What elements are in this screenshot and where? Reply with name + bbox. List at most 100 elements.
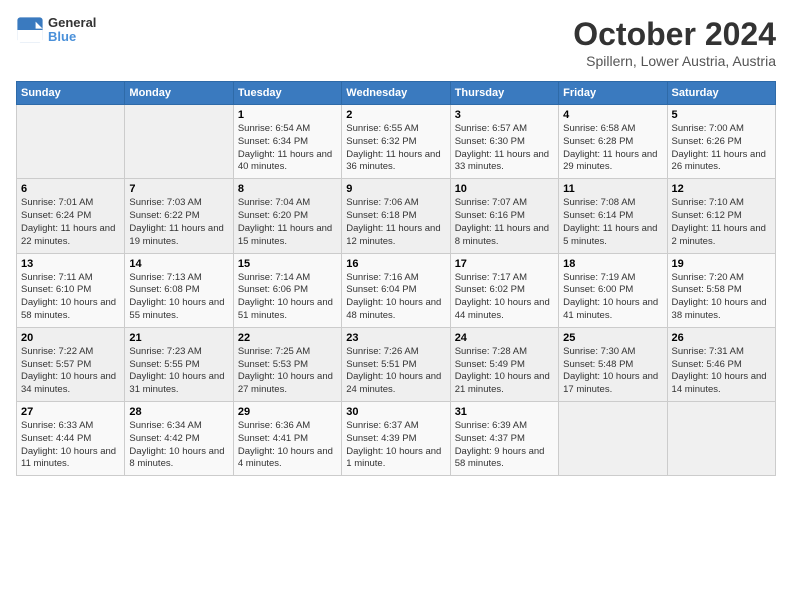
day-info: Sunrise: 7:04 AMSunset: 6:20 PMDaylight:… — [238, 197, 337, 248]
day-info: Sunrise: 7:11 AMSunset: 6:10 PMDaylight:… — [21, 272, 120, 323]
calendar-table: SundayMondayTuesdayWednesdayThursdayFrid… — [16, 81, 776, 476]
day-number: 8 — [238, 183, 337, 195]
calendar-cell: 1 Sunrise: 6:54 AMSunset: 6:34 PMDaylight… — [233, 105, 341, 179]
calendar-cell: 26Sunrise: 7:31 AMSunset: 5:46 PMDayligh… — [667, 327, 775, 401]
day-info: Sunrise: 7:22 AMSunset: 5:57 PMDaylight:… — [21, 346, 120, 397]
day-number: 3 — [455, 109, 554, 121]
header-day-tuesday: Tuesday — [233, 82, 341, 105]
week-row-2: 6 Sunrise: 7:01 AMSunset: 6:24 PMDaylight… — [17, 179, 776, 253]
calendar-cell: 20 Sunrise: 7:22 AMSunset: 5:57 PMDayligh… — [17, 327, 125, 401]
day-number: 17 — [455, 258, 554, 270]
page-header: General Blue October 2024 Spillern, Lowe… — [16, 16, 776, 69]
calendar-cell: 10Sunrise: 7:07 AMSunset: 6:16 PMDayligh… — [450, 179, 558, 253]
day-number: 6 — [21, 183, 120, 195]
calendar-cell: 24Sunrise: 7:28 AMSunset: 5:49 PMDayligh… — [450, 327, 558, 401]
logo-line1: General — [48, 16, 96, 30]
day-number: 21 — [129, 332, 228, 344]
day-info: Sunrise: 7:08 AMSunset: 6:14 PMDaylight:… — [563, 197, 662, 248]
day-info: Sunrise: 6:57 AMSunset: 6:30 PMDaylight:… — [455, 123, 554, 174]
day-info: Sunrise: 7:23 AMSunset: 5:55 PMDaylight:… — [129, 346, 228, 397]
day-info: Sunrise: 6:36 AMSunset: 4:41 PMDaylight:… — [238, 420, 337, 471]
day-info: Sunrise: 7:06 AMSunset: 6:18 PMDaylight:… — [346, 197, 445, 248]
calendar-cell — [17, 105, 125, 179]
header-day-friday: Friday — [559, 82, 667, 105]
day-info: Sunrise: 7:10 AMSunset: 6:12 PMDaylight:… — [672, 197, 771, 248]
day-info: Sunrise: 6:37 AMSunset: 4:39 PMDaylight:… — [346, 420, 445, 471]
week-row-3: 13 Sunrise: 7:11 AMSunset: 6:10 PMDayligh… — [17, 253, 776, 327]
day-info: Sunrise: 7:13 AMSunset: 6:08 PMDaylight:… — [129, 272, 228, 323]
day-info: Sunrise: 7:00 AMSunset: 6:26 PMDaylight:… — [672, 123, 771, 174]
day-number: 11 — [563, 183, 662, 195]
calendar-cell: 4 Sunrise: 6:58 AMSunset: 6:28 PMDaylight… — [559, 105, 667, 179]
title-block: October 2024 Spillern, Lower Austria, Au… — [573, 16, 776, 69]
logo-line2: Blue — [48, 30, 96, 44]
calendar-cell: 7 Sunrise: 7:03 AMSunset: 6:22 PMDaylight… — [125, 179, 233, 253]
calendar-cell — [559, 402, 667, 476]
day-info: Sunrise: 7:19 AMSunset: 6:00 PMDaylight:… — [563, 272, 662, 323]
calendar-cell: 2Sunrise: 6:55 AMSunset: 6:32 PMDaylight… — [342, 105, 450, 179]
day-number: 5 — [672, 109, 771, 121]
calendar-cell: 31Sunrise: 6:39 AMSunset: 4:37 PMDayligh… — [450, 402, 558, 476]
calendar-cell: 9 Sunrise: 7:06 AMSunset: 6:18 PMDaylight… — [342, 179, 450, 253]
calendar-cell: 11 Sunrise: 7:08 AMSunset: 6:14 PMDayligh… — [559, 179, 667, 253]
calendar-cell: 13 Sunrise: 7:11 AMSunset: 6:10 PMDayligh… — [17, 253, 125, 327]
calendar-cell: 15 Sunrise: 7:14 AMSunset: 6:06 PMDayligh… — [233, 253, 341, 327]
header-day-saturday: Saturday — [667, 82, 775, 105]
day-info: Sunrise: 6:58 AMSunset: 6:28 PMDaylight:… — [563, 123, 662, 174]
day-number: 9 — [346, 183, 445, 195]
day-number: 29 — [238, 406, 337, 418]
calendar-cell: 16 Sunrise: 7:16 AMSunset: 6:04 PMDayligh… — [342, 253, 450, 327]
day-number: 25 — [563, 332, 662, 344]
day-number: 14 — [129, 258, 228, 270]
calendar-cell: 25 Sunrise: 7:30 AMSunset: 5:48 PMDayligh… — [559, 327, 667, 401]
calendar-cell — [125, 105, 233, 179]
calendar-cell: 14 Sunrise: 7:13 AMSunset: 6:08 PMDayligh… — [125, 253, 233, 327]
day-info: Sunrise: 7:01 AMSunset: 6:24 PMDaylight:… — [21, 197, 120, 248]
calendar-cell: 29 Sunrise: 6:36 AMSunset: 4:41 PMDayligh… — [233, 402, 341, 476]
day-number: 7 — [129, 183, 228, 195]
calendar-cell: 3 Sunrise: 6:57 AMSunset: 6:30 PMDaylight… — [450, 105, 558, 179]
day-number: 23 — [346, 332, 445, 344]
header-row: SundayMondayTuesdayWednesdayThursdayFrid… — [17, 82, 776, 105]
header-day-monday: Monday — [125, 82, 233, 105]
calendar-cell: 30 Sunrise: 6:37 AMSunset: 4:39 PMDayligh… — [342, 402, 450, 476]
logo-text: General Blue — [48, 16, 96, 45]
location-title: Spillern, Lower Austria, Austria — [573, 53, 776, 69]
day-info: Sunrise: 7:03 AMSunset: 6:22 PMDaylight:… — [129, 197, 228, 248]
calendar-cell: 28Sunrise: 6:34 AMSunset: 4:42 PMDayligh… — [125, 402, 233, 476]
day-info: Sunrise: 7:17 AMSunset: 6:02 PMDaylight:… — [455, 272, 554, 323]
calendar-cell: 21 Sunrise: 7:23 AMSunset: 5:55 PMDayligh… — [125, 327, 233, 401]
calendar-cell: 17 Sunrise: 7:17 AMSunset: 6:02 PMDayligh… — [450, 253, 558, 327]
calendar-body: 1 Sunrise: 6:54 AMSunset: 6:34 PMDaylight… — [17, 105, 776, 476]
day-number: 27 — [21, 406, 120, 418]
day-number: 2 — [346, 109, 445, 121]
day-number: 19 — [672, 258, 771, 270]
day-info: Sunrise: 7:30 AMSunset: 5:48 PMDaylight:… — [563, 346, 662, 397]
day-number: 12 — [672, 183, 771, 195]
day-number: 20 — [21, 332, 120, 344]
day-info: Sunrise: 7:14 AMSunset: 6:06 PMDaylight:… — [238, 272, 337, 323]
calendar-cell: 18Sunrise: 7:19 AMSunset: 6:00 PMDayligh… — [559, 253, 667, 327]
day-number: 28 — [129, 406, 228, 418]
day-info: Sunrise: 7:16 AMSunset: 6:04 PMDaylight:… — [346, 272, 445, 323]
month-title: October 2024 — [573, 16, 776, 53]
day-number: 24 — [455, 332, 554, 344]
day-number: 26 — [672, 332, 771, 344]
day-info: Sunrise: 6:54 AMSunset: 6:34 PMDaylight:… — [238, 123, 337, 174]
day-number: 15 — [238, 258, 337, 270]
calendar-cell: 22Sunrise: 7:25 AMSunset: 5:53 PMDayligh… — [233, 327, 341, 401]
calendar-cell — [667, 402, 775, 476]
calendar-header: SundayMondayTuesdayWednesdayThursdayFrid… — [17, 82, 776, 105]
logo-icon — [16, 16, 44, 44]
day-number: 16 — [346, 258, 445, 270]
calendar-cell: 12 Sunrise: 7:10 AMSunset: 6:12 PMDayligh… — [667, 179, 775, 253]
day-number: 10 — [455, 183, 554, 195]
day-number: 4 — [563, 109, 662, 121]
day-number: 30 — [346, 406, 445, 418]
week-row-4: 20 Sunrise: 7:22 AMSunset: 5:57 PMDayligh… — [17, 327, 776, 401]
day-number: 1 — [238, 109, 337, 121]
header-day-sunday: Sunday — [17, 82, 125, 105]
day-number: 13 — [21, 258, 120, 270]
day-info: Sunrise: 7:25 AMSunset: 5:53 PMDaylight:… — [238, 346, 337, 397]
logo: General Blue — [16, 16, 96, 45]
